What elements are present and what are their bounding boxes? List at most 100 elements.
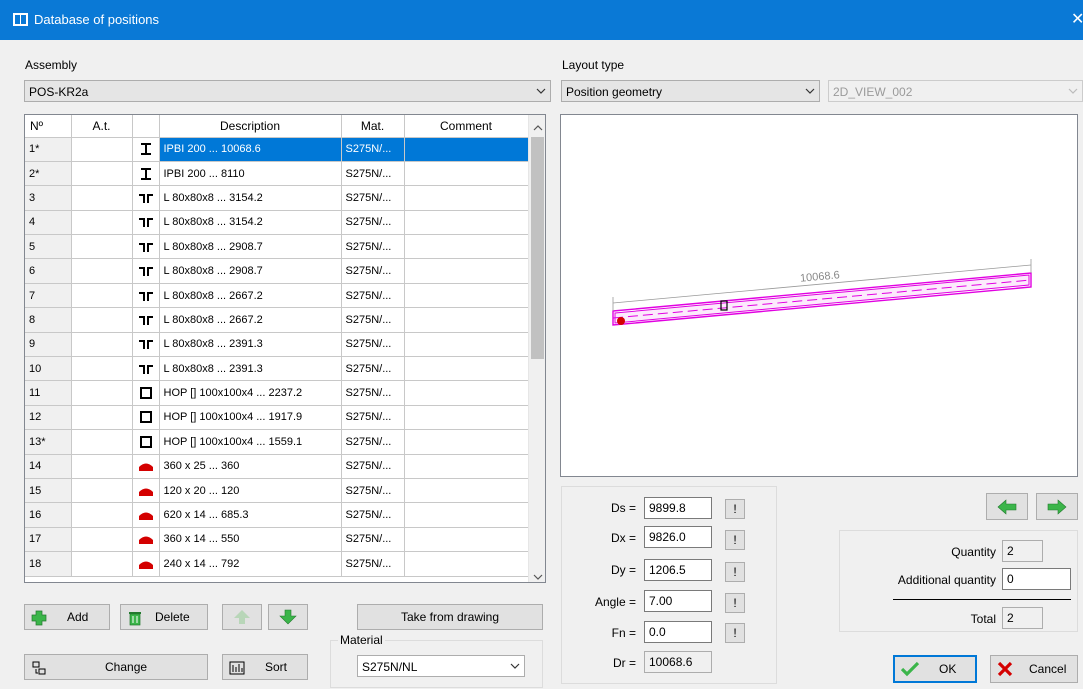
- row-number[interactable]: 2*: [25, 161, 72, 187]
- row-at[interactable]: [71, 258, 133, 284]
- row-at[interactable]: [71, 234, 133, 260]
- row-description[interactable]: 620 x 14 ... 685.3: [159, 502, 342, 528]
- row-description[interactable]: IPBI 200 ... 8110: [159, 161, 342, 187]
- row-profile-icon[interactable]: [132, 454, 160, 479]
- ok-button[interactable]: OK: [893, 655, 977, 683]
- ds-field[interactable]: 9899.8: [644, 497, 712, 519]
- material-dropdown[interactable]: S275N/NL: [357, 655, 525, 677]
- delete-button[interactable]: Delete: [120, 604, 208, 630]
- table-row[interactable]: 4 L 80x80x8 ... 3154.2 S275N/...: [25, 210, 529, 236]
- dx-field[interactable]: 9826.0: [644, 526, 712, 548]
- row-at[interactable]: [71, 551, 133, 577]
- row-comment[interactable]: [404, 454, 529, 479]
- row-comment[interactable]: [404, 502, 529, 528]
- row-profile-icon[interactable]: [132, 185, 160, 211]
- layout-type-dropdown[interactable]: Position geometry: [561, 80, 820, 102]
- row-at[interactable]: [71, 283, 133, 309]
- row-number[interactable]: 17: [25, 527, 72, 553]
- row-material[interactable]: S275N/...: [341, 405, 405, 431]
- row-material[interactable]: S275N/...: [341, 332, 405, 358]
- row-material[interactable]: S275N/...: [341, 161, 405, 187]
- assembly-dropdown[interactable]: POS-KR2a: [24, 80, 551, 102]
- row-description[interactable]: L 80x80x8 ... 3154.2: [159, 210, 342, 236]
- row-profile-icon[interactable]: [132, 258, 160, 284]
- row-profile-icon[interactable]: [132, 234, 160, 260]
- row-material[interactable]: S275N/...: [341, 527, 405, 553]
- row-comment[interactable]: [404, 380, 529, 406]
- row-material[interactable]: S275N/...: [341, 429, 405, 455]
- row-number[interactable]: 12: [25, 405, 72, 431]
- row-comment[interactable]: [404, 258, 529, 284]
- row-description[interactable]: L 80x80x8 ... 2391.3: [159, 332, 342, 358]
- row-material[interactable]: S275N/...: [341, 210, 405, 236]
- row-at[interactable]: [71, 307, 133, 333]
- close-icon[interactable]: ✕: [1071, 0, 1083, 40]
- row-at[interactable]: [71, 405, 133, 431]
- table-row[interactable]: 7 L 80x80x8 ... 2667.2 S275N/...: [25, 283, 529, 309]
- row-number[interactable]: 13*: [25, 429, 72, 455]
- row-material[interactable]: S275N/...: [341, 380, 405, 406]
- table-row[interactable]: 15 120 x 20 ... 120 S275N/...: [25, 478, 529, 504]
- row-profile-icon[interactable]: [132, 380, 160, 406]
- row-description[interactable]: HOP [] 100x100x4 ... 1917.9: [159, 405, 342, 431]
- table-row[interactable]: 10 L 80x80x8 ... 2391.3 S275N/...: [25, 356, 529, 382]
- row-profile-icon[interactable]: [132, 551, 160, 577]
- row-description[interactable]: 120 x 20 ... 120: [159, 478, 342, 504]
- fn-pick-button[interactable]: !: [725, 623, 745, 643]
- table-row[interactable]: 6 L 80x80x8 ... 2908.7 S275N/...: [25, 258, 529, 284]
- row-profile-icon[interactable]: [132, 137, 160, 162]
- chevron-down-icon[interactable]: [533, 570, 543, 582]
- row-number[interactable]: 8: [25, 307, 72, 333]
- row-material[interactable]: S275N/...: [341, 234, 405, 260]
- table-scrollbar[interactable]: [528, 115, 545, 582]
- row-profile-icon[interactable]: [132, 405, 160, 431]
- row-number[interactable]: 15: [25, 478, 72, 504]
- table-row[interactable]: 3 L 80x80x8 ... 3154.2 S275N/...: [25, 185, 529, 211]
- row-profile-icon[interactable]: [132, 332, 160, 358]
- row-description[interactable]: 360 x 25 ... 360: [159, 454, 342, 479]
- row-profile-icon[interactable]: [132, 307, 160, 333]
- row-comment[interactable]: [404, 405, 529, 431]
- row-at[interactable]: [71, 502, 133, 528]
- row-number[interactable]: 14: [25, 454, 72, 479]
- row-comment[interactable]: [404, 185, 529, 211]
- row-material[interactable]: S275N/...: [341, 283, 405, 309]
- row-comment[interactable]: [404, 551, 529, 577]
- add-button[interactable]: Add: [24, 604, 110, 630]
- column-header-description[interactable]: Description: [159, 115, 342, 138]
- row-description[interactable]: 360 x 14 ... 550: [159, 527, 342, 553]
- row-number[interactable]: 6: [25, 258, 72, 284]
- row-comment[interactable]: [404, 429, 529, 455]
- row-material[interactable]: S275N/...: [341, 551, 405, 577]
- table-row[interactable]: 13* HOP [] 100x100x4 ... 1559.1 S275N/...: [25, 429, 529, 455]
- row-description[interactable]: L 80x80x8 ... 2391.3: [159, 356, 342, 382]
- row-description[interactable]: L 80x80x8 ... 2667.2: [159, 307, 342, 333]
- table-row[interactable]: 18 240 x 14 ... 792 S275N/...: [25, 551, 529, 577]
- move-up-button[interactable]: [222, 604, 262, 630]
- row-at[interactable]: [71, 527, 133, 553]
- row-material[interactable]: S275N/...: [341, 307, 405, 333]
- table-row[interactable]: 12 HOP [] 100x100x4 ... 1917.9 S275N/...: [25, 405, 529, 431]
- row-number[interactable]: 4: [25, 210, 72, 236]
- row-profile-icon[interactable]: [132, 210, 160, 236]
- row-number[interactable]: 16: [25, 502, 72, 528]
- row-comment[interactable]: [404, 161, 529, 187]
- row-at[interactable]: [71, 429, 133, 455]
- row-material[interactable]: S275N/...: [341, 258, 405, 284]
- row-at[interactable]: [71, 161, 133, 187]
- move-down-button[interactable]: [268, 604, 308, 630]
- row-comment[interactable]: [404, 356, 529, 382]
- column-header-icon[interactable]: [132, 115, 160, 138]
- row-comment[interactable]: [404, 307, 529, 333]
- row-number[interactable]: 9: [25, 332, 72, 358]
- ds-pick-button[interactable]: !: [725, 499, 745, 519]
- row-at[interactable]: [71, 478, 133, 504]
- row-profile-icon[interactable]: [132, 527, 160, 553]
- row-material[interactable]: S275N/...: [341, 478, 405, 504]
- row-profile-icon[interactable]: [132, 283, 160, 309]
- additional-quantity-field[interactable]: 0: [1002, 568, 1071, 590]
- row-comment[interactable]: [404, 332, 529, 358]
- angle-field[interactable]: 7.00: [644, 590, 712, 612]
- angle-pick-button[interactable]: !: [725, 593, 745, 613]
- change-button[interactable]: Change: [24, 654, 208, 680]
